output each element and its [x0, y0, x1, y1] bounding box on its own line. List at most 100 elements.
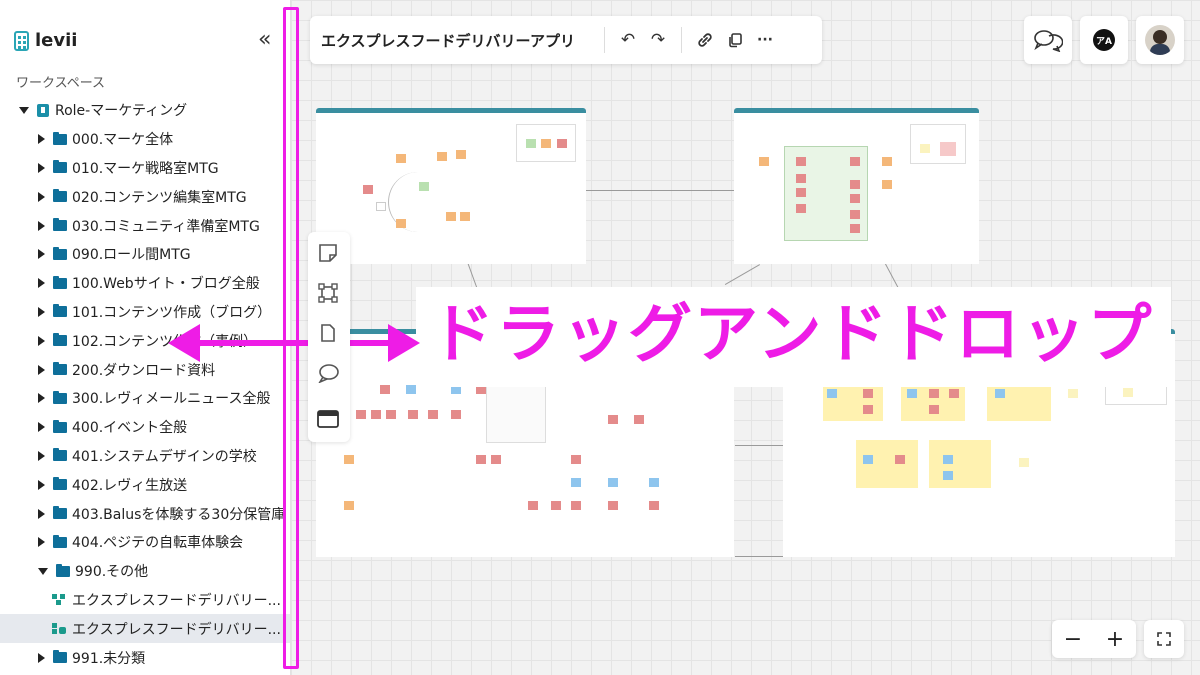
caret-right-icon[interactable]: [38, 306, 45, 317]
redo-button[interactable]: ↷: [643, 25, 673, 55]
sticky-note: [649, 478, 659, 487]
link-icon: [698, 33, 712, 47]
tree-item-label: 400.イベント全般: [72, 420, 188, 437]
fullscreen-icon: [1157, 632, 1171, 646]
caret-right-icon[interactable]: [38, 479, 45, 490]
tree-item-label: 030.コミュニティ準備室MTG: [72, 218, 260, 235]
profile-button[interactable]: [1136, 16, 1184, 64]
link-button[interactable]: [690, 25, 720, 55]
folder-icon: [53, 333, 67, 347]
caret-right-icon[interactable]: [38, 335, 45, 346]
sticky-note: [551, 501, 561, 510]
tree-item-folder[interactable]: 403.Balusを体験する30分保管庫: [0, 499, 290, 528]
levii-logo-icon: [14, 30, 29, 51]
sticky-note: [1123, 388, 1133, 397]
tree-item-folder[interactable]: 402.レヴィ生放送: [0, 470, 290, 499]
tree-item-folder[interactable]: 991.未分類: [0, 643, 290, 672]
folder-icon: [53, 650, 67, 664]
collapse-sidebar-button[interactable]: «: [258, 28, 271, 52]
caret-right-icon[interactable]: [38, 162, 45, 173]
copy-icon: [729, 33, 742, 48]
tree-item-root[interactable]: Role-マーケティング: [0, 96, 290, 125]
sticky-note: [396, 154, 406, 163]
caret-right-icon[interactable]: [38, 508, 45, 519]
frame-header: [734, 108, 979, 113]
sticky-note: [827, 389, 837, 398]
sticky-note: [608, 415, 618, 424]
tree-item-folder[interactable]: 404.ペジテの自転車体験会: [0, 528, 290, 557]
sticky-note: [571, 478, 581, 487]
sticky-note: [796, 188, 806, 197]
comments-button[interactable]: [1024, 16, 1072, 64]
sticky-note-icon: [319, 244, 337, 262]
comment-tool[interactable]: [317, 362, 339, 384]
legend-box: [910, 124, 966, 164]
sticky-note-tool[interactable]: [317, 242, 339, 264]
document-tool[interactable]: [317, 322, 339, 344]
sticky-note: [456, 150, 466, 159]
folder-icon: [53, 419, 67, 433]
sticky-note: [406, 385, 416, 394]
sticky-note: [608, 501, 618, 510]
sidebar: levii « ワークスペース Role-マーケティング 000.マーケ全体 01…: [0, 0, 290, 675]
zoom-out-button[interactable]: −: [1052, 620, 1094, 658]
tree-item-label: 402.レヴィ生放送: [72, 477, 188, 494]
caret-right-icon[interactable]: [38, 450, 45, 461]
fit-screen-button[interactable]: [1144, 620, 1184, 658]
sticky-note: [634, 415, 644, 424]
brand[interactable]: levii: [14, 30, 77, 51]
sticky-note: [344, 501, 354, 510]
tree-item-label: 404.ペジテの自転車体験会: [72, 535, 244, 552]
sticky-note: [850, 210, 860, 219]
caret-right-icon[interactable]: [38, 537, 45, 548]
caret-right-icon[interactable]: [38, 249, 45, 260]
caret-right-icon[interactable]: [38, 393, 45, 404]
tree-item-folder[interactable]: 100.Webサイト・ブログ全般: [0, 269, 290, 298]
tree-item-board[interactable]: エクスプレスフードデリバリー...: [0, 586, 290, 615]
caret-right-icon[interactable]: [38, 191, 45, 202]
tree-item-board-selected[interactable]: エクスプレスフードデリバリー...: [0, 614, 290, 644]
frame-tool[interactable]: [317, 282, 339, 304]
sticky-note: [371, 410, 381, 419]
tree-item-folder[interactable]: 400.イベント全般: [0, 413, 290, 442]
app-name: levii: [35, 30, 78, 51]
tree-item-folder[interactable]: 030.コミュニティ準備室MTG: [0, 211, 290, 240]
caret-right-icon[interactable]: [38, 134, 45, 145]
tree-item-folder[interactable]: 020.コンテンツ編集室MTG: [0, 182, 290, 211]
caret-right-icon[interactable]: [38, 278, 45, 289]
tree-item-label: 300.レヴィメールニュース全般: [72, 391, 271, 408]
embed-tool[interactable]: [317, 408, 339, 430]
caret-right-icon[interactable]: [38, 422, 45, 433]
caret-right-icon[interactable]: [38, 220, 45, 231]
tree-item-folder[interactable]: 300.レヴィメールニュース全般: [0, 384, 290, 413]
sticky-note: [949, 389, 959, 398]
arrow-left-icon: [168, 324, 200, 362]
sticky-note: [796, 174, 806, 183]
tree-item-folder[interactable]: 101.コンテンツ作成（ブログ）: [0, 298, 290, 327]
avatar-initials: アA: [1093, 29, 1115, 51]
user-avatar-button[interactable]: アA: [1080, 16, 1128, 64]
sticky-note: [557, 139, 567, 148]
sticky-note: [526, 139, 536, 148]
folder-icon: [53, 246, 67, 260]
caret-down-icon[interactable]: [19, 106, 29, 114]
board-title[interactable]: エクスプレスフードデリバリーアプリ: [310, 30, 596, 51]
sticky-note: [491, 455, 501, 464]
tree-item-folder[interactable]: 010.マーケ戦略室MTG: [0, 154, 290, 183]
tree-item-folder-expanded[interactable]: 990.その他: [0, 557, 290, 586]
tree-item-folder[interactable]: 401.システムデザインの学校: [0, 442, 290, 471]
caret-down-icon[interactable]: [38, 567, 48, 575]
zoom-in-button[interactable]: +: [1094, 620, 1136, 658]
caret-right-icon[interactable]: [38, 364, 45, 375]
tree-item-folder[interactable]: 000.マーケ全体: [0, 125, 290, 154]
tree-item-folder[interactable]: 090.ロール間MTG: [0, 240, 290, 269]
tree-item-folder[interactable]: 200.ダウンロード資料: [0, 355, 290, 384]
sticky-note: [796, 157, 806, 166]
duplicate-button[interactable]: [720, 25, 750, 55]
sticky-note: [437, 152, 447, 161]
frame-context[interactable]: [316, 108, 586, 264]
undo-button[interactable]: ↶: [613, 25, 643, 55]
more-menu-button[interactable]: ···: [750, 25, 780, 55]
caret-right-icon[interactable]: [38, 652, 45, 663]
frame-usecase[interactable]: [734, 108, 979, 264]
